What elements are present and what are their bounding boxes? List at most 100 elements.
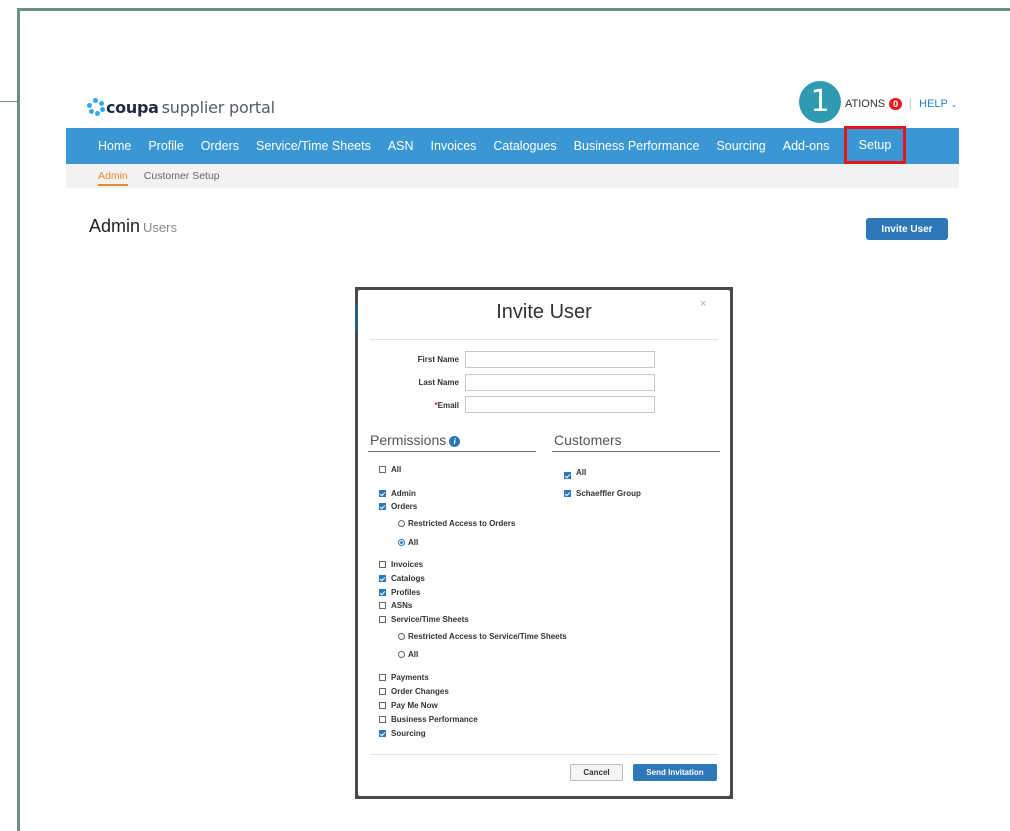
checkbox[interactable] [379, 466, 386, 473]
perm-sourcing[interactable]: Sourcing [379, 729, 426, 738]
screenshot-frame: coupa supplier portal ATIONS 0 HELP ⌄ 1 … [0, 0, 1010, 831]
radio[interactable] [398, 520, 405, 527]
header-utility-links: ATIONS 0 HELP ⌄ [845, 97, 957, 111]
first-name-label: First Name [417, 355, 459, 364]
radio[interactable] [398, 633, 405, 640]
customer-label: All [576, 468, 587, 477]
main-nav-bar: Home Profile Orders Service/Time Sheets … [66, 128, 959, 164]
checkbox-checked[interactable] [379, 589, 386, 596]
subnav-customer-setup[interactable]: Customer Setup [144, 170, 220, 182]
notifications-count-badge: 0 [889, 98, 903, 110]
perm-orders[interactable]: Orders [379, 502, 417, 511]
email-label: *Email [361, 401, 459, 410]
nav-setup-highlighted[interactable]: Setup [844, 126, 906, 164]
info-icon[interactable]: i [449, 436, 461, 447]
perm-sts-restricted[interactable]: Restricted Access to Service/Time Sheets [398, 632, 567, 641]
customers-underline [552, 451, 720, 452]
perm-all[interactable]: All [379, 465, 401, 474]
nav-home[interactable]: Home [98, 139, 131, 153]
page-title: Admin Users [89, 216, 177, 237]
checkbox[interactable] [379, 716, 386, 723]
nav-setup-label: Setup [858, 138, 892, 152]
checkbox-checked[interactable] [379, 575, 386, 582]
help-label: HELP [919, 98, 948, 110]
checkbox-checked[interactable] [564, 472, 571, 479]
coupa-logo[interactable]: coupa supplier portal [87, 96, 275, 118]
invite-user-button[interactable]: Invite User [866, 218, 948, 240]
notifications-link[interactable]: ATIONS [845, 98, 885, 110]
perm-label: Orders [391, 502, 418, 511]
nav-service-time-sheets[interactable]: Service/Time Sheets [256, 139, 371, 153]
cancel-button[interactable]: Cancel [570, 764, 623, 781]
email-label-text: Email [437, 401, 459, 410]
perm-label: Service/Time Sheets [391, 615, 469, 624]
close-icon[interactable]: × [700, 298, 706, 310]
perm-invoices[interactable]: Invoices [379, 560, 423, 569]
logo-brand-text: coupa [106, 97, 159, 117]
perm-business-performance[interactable]: Business Performance [379, 715, 478, 724]
perm-service-time-sheets[interactable]: Service/Time Sheets [379, 615, 469, 624]
checkbox-checked[interactable] [379, 490, 386, 497]
nav-catalogues[interactable]: Catalogues [493, 139, 556, 153]
checkbox-checked[interactable] [564, 490, 571, 497]
first-name-field[interactable] [465, 351, 655, 368]
help-menu[interactable]: HELP ⌄ [919, 98, 957, 110]
perm-asns[interactable]: ASNs [379, 601, 412, 610]
perm-label: All [391, 465, 402, 474]
radio[interactable] [398, 651, 405, 658]
perm-label: Sourcing [391, 729, 426, 738]
perm-profiles[interactable]: Profiles [379, 588, 420, 597]
perm-label: All [408, 650, 419, 659]
nav-asn[interactable]: ASN [388, 139, 414, 153]
last-name-label: Last Name [418, 378, 459, 387]
send-invitation-button[interactable]: Send Invitation [633, 764, 717, 781]
perm-label: Restricted Access to Orders [408, 519, 516, 528]
perm-catalogs[interactable]: Catalogs [379, 574, 425, 583]
checkbox[interactable] [379, 674, 386, 681]
perm-admin[interactable]: Admin [379, 489, 416, 498]
perm-orders-restricted[interactable]: Restricted Access to Orders [398, 519, 515, 528]
last-name-field[interactable] [465, 374, 655, 391]
nav-profile[interactable]: Profile [148, 139, 183, 153]
checkbox[interactable] [379, 616, 386, 623]
frame-stub-line [0, 101, 20, 102]
nav-orders[interactable]: Orders [201, 139, 239, 153]
perm-label: All [408, 538, 419, 547]
frame-border-top [17, 8, 1010, 11]
perm-label: Catalogs [391, 574, 425, 583]
nav-invoices[interactable]: Invoices [431, 139, 477, 153]
checkbox[interactable] [379, 602, 386, 609]
invite-user-modal: Invite User × First Name Last Name *Emai… [358, 290, 730, 796]
perm-order-changes[interactable]: Order Changes [379, 687, 449, 696]
customer-all[interactable]: All [564, 466, 586, 479]
perm-label: ASNs [391, 601, 413, 610]
checkbox[interactable] [379, 702, 386, 709]
subnav-admin[interactable]: Admin [98, 170, 128, 186]
perm-pay-me-now[interactable]: Pay Me Now [379, 701, 438, 710]
perm-payments[interactable]: Payments [379, 673, 429, 682]
customer-schaeffler-group[interactable]: Schaeffler Group [564, 489, 641, 498]
permissions-heading-text: Permissions [370, 432, 447, 448]
radio-selected[interactable] [398, 539, 405, 546]
sub-nav-bar: Admin Customer Setup [66, 164, 959, 188]
customers-heading: Customers [554, 432, 622, 448]
nav-add-ons[interactable]: Add-ons [783, 139, 830, 153]
chevron-down-icon: ⌄ [950, 100, 958, 109]
modal-footer-divider [370, 754, 718, 755]
perm-label: Profiles [391, 588, 421, 597]
perm-sts-all[interactable]: All [398, 650, 418, 659]
step-number-marker: 1 [799, 81, 841, 123]
checkbox-checked[interactable] [379, 730, 386, 737]
perm-label: Business Performance [391, 715, 478, 724]
perm-label: Admin [391, 489, 416, 498]
perm-orders-all[interactable]: All [398, 538, 418, 547]
nav-sourcing[interactable]: Sourcing [716, 139, 765, 153]
email-field[interactable] [465, 396, 655, 413]
checkbox[interactable] [379, 561, 386, 568]
checkbox[interactable] [379, 688, 386, 695]
permissions-underline [368, 451, 536, 452]
modal-title: Invite User [496, 301, 592, 323]
customer-label: Schaeffler Group [576, 489, 641, 498]
checkbox-checked[interactable] [379, 503, 386, 510]
nav-business-performance[interactable]: Business Performance [574, 139, 700, 153]
